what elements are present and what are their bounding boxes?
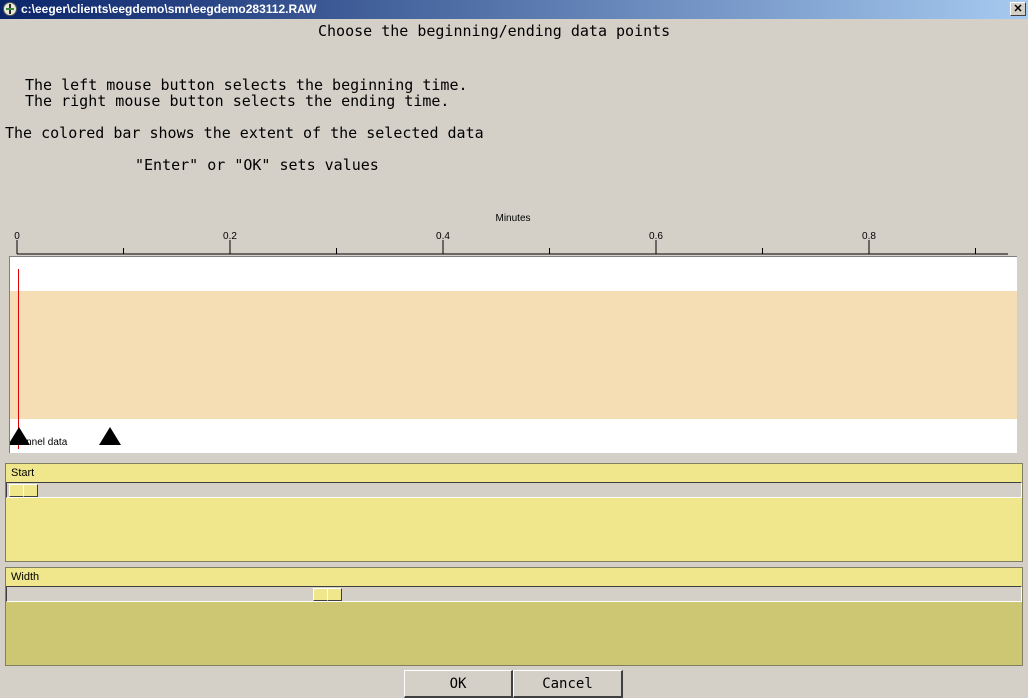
start-slider-thumb-right[interactable] [23,484,38,497]
app-icon [3,2,17,16]
axis-tick-label: 0.6 [649,231,663,242]
selected-data-band [10,291,1017,419]
close-icon: ✕ [1013,3,1023,15]
width-label: Width [11,571,40,583]
end-marker-icon[interactable] [99,427,121,445]
instruction-enter-ok: "Enter" or "OK" sets values [135,156,379,174]
axis-tick-label: 0.2 [223,231,237,242]
cancel-button[interactable]: Cancel [513,670,623,698]
title-bar[interactable]: c:\eeger\clients\eegdemo\smr\eegdemo2831… [0,0,1028,19]
start-label: Start [11,467,35,479]
start-slider-thumb[interactable] [9,484,24,497]
width-slider-thumb[interactable] [313,588,328,601]
window-title: c:\eeger\clients\eegdemo\smr\eegdemo2831… [21,2,317,16]
begin-cursor-line [18,269,19,449]
axis-ticks: 0 0.2 0.4 0.6 0.8 [14,231,976,254]
close-button[interactable]: ✕ [1010,2,1026,16]
axis-tick-label: 0 [14,231,20,242]
data-plot[interactable]: channel data [9,256,1017,453]
width-slider-thumb-right[interactable] [327,588,342,601]
time-axis: Minutes 0 0.2 0.4 0.6 0.8 [14,213,1008,255]
dialog-window: c:\eeger\clients\eegdemo\smr\eegdemo2831… [0,0,1028,698]
instruction-colored-bar: The colored bar shows the extent of the … [5,124,484,142]
ok-button[interactable]: OK [404,670,513,698]
start-panel-header: Start [6,464,1022,482]
width-slider[interactable] [6,586,1022,602]
instruction-right-click: The right mouse button selects the endin… [25,92,450,110]
axis-tick-label: 0.8 [862,231,876,242]
instructions-heading: Choose the beginning/ending data points [318,22,671,40]
axis-tick-label: 0.4 [436,231,450,242]
start-panel: Start [5,463,1023,562]
axis-label: Minutes [495,213,530,224]
width-panel-header: Width [6,568,1022,586]
width-panel: Width [5,567,1023,666]
start-slider[interactable] [6,482,1022,498]
begin-marker-icon[interactable] [10,427,30,445]
